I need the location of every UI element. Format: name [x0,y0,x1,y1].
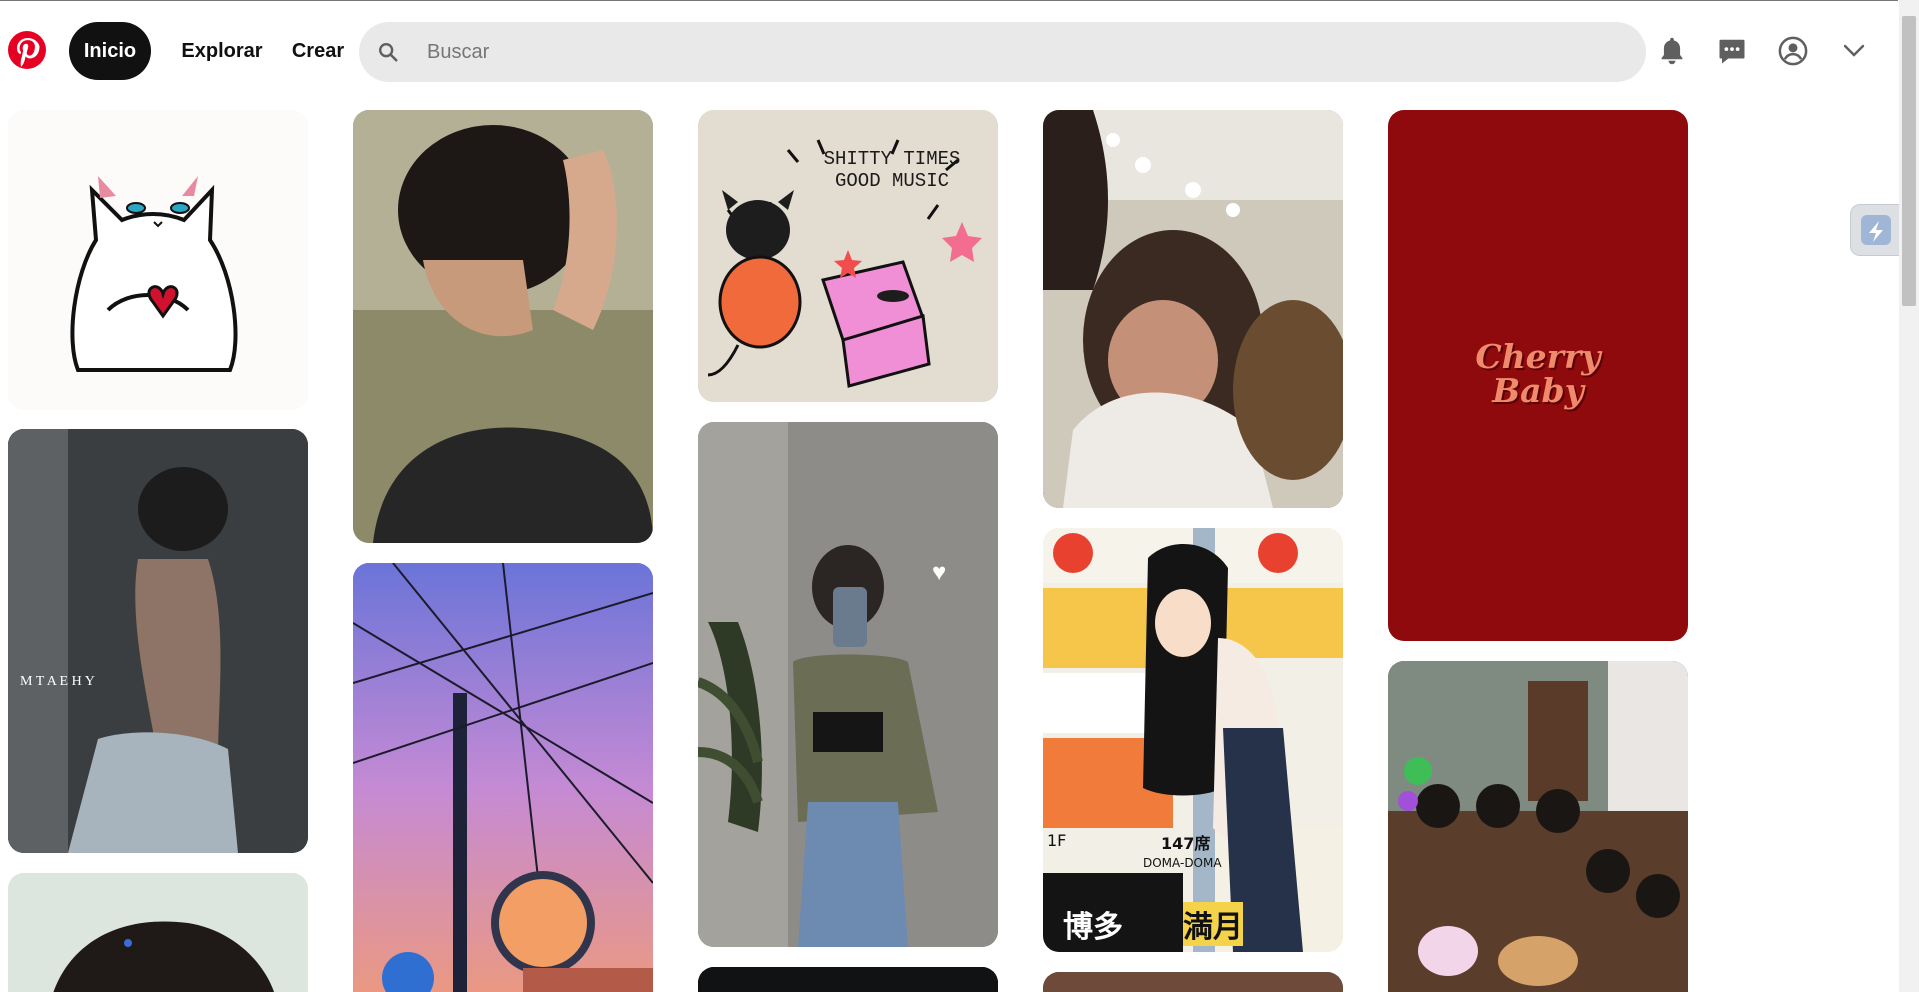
pin-anime-street-signs[interactable]: 博多 満月 147席 DOMA-DOMA 1F [1043,528,1343,952]
page-scrollbar[interactable] [1899,0,1919,992]
photo-sky-image [353,563,653,992]
photo-brown-image [1043,972,1343,992]
heart-icon[interactable]: ♥ [932,559,946,587]
anime-illustration-image [1043,528,1343,952]
photo-portrait-image [8,429,308,853]
chevron-down-icon [1843,44,1865,57]
pin-brown-partial[interactable] [1043,972,1343,992]
sign-doma-text: DOMA-DOMA [1143,856,1222,870]
chat-icon [1719,39,1745,64]
cherry-baby-text: Cherry Baby [1388,340,1688,408]
pinterest-logo-icon[interactable] [7,30,47,70]
pin-cat-heart[interactable] [8,110,308,410]
nav-create-button[interactable]: Crear [286,22,350,80]
photo-boy-image [353,110,653,543]
mtaehy-overlay-text: M T A E H Y [20,674,95,689]
extension-side-button[interactable] [1850,204,1902,256]
sign-hakata-text: 博多 [1063,910,1123,945]
pin-portrait-mtaehy[interactable]: M T A E H Y [8,429,308,853]
pin-cherry-baby[interactable]: Cherry Baby [1388,110,1688,641]
cherry-baby-line2: Baby [1492,371,1584,410]
profile-button[interactable] [1773,31,1813,71]
pin-group-party-photo[interactable] [1388,661,1688,992]
top-navigation-bar: Inicio Explorar Crear [0,0,1898,100]
cat-illustration-image [70,176,238,372]
pin-couple-embrace[interactable] [1043,110,1343,508]
sign-mangetsu-text: 満月 [1183,902,1243,946]
user-circle-icon [1778,36,1808,66]
bell-icon [1661,37,1683,65]
photo-hair-image [8,873,308,992]
photo-dark-image [698,967,998,992]
pin-boy-portrait[interactable] [353,110,653,543]
photo-selfie-image [698,422,998,947]
cherry-baby-line1: Cherry [1475,337,1601,376]
shirt-caption-line2: GOOD MUSIC [834,170,950,192]
pin-shitty-times-good-music[interactable]: SHITTY TIMES GOOD MUSIC [698,110,998,402]
search-input[interactable] [427,40,1577,64]
sign-1f-text: 1F [1047,831,1067,850]
nav-explore-button[interactable]: Explorar [172,22,272,80]
photo-group-image [1388,661,1688,992]
notifications-button[interactable] [1652,31,1692,71]
pin-power-lines-sky[interactable] [353,563,653,992]
scrollbar-thumb[interactable] [1902,16,1916,306]
sign-147-text: 147席 [1161,834,1211,853]
bolt-icon [1861,215,1891,245]
messages-button[interactable] [1712,31,1752,71]
shirt-caption: SHITTY TIMES GOOD MUSIC [782,148,998,192]
search-bar[interactable] [359,22,1646,82]
pin-dark-partial[interactable] [698,967,998,992]
pin-hair-closeup[interactable] [8,873,308,992]
photo-couple-image [1043,110,1343,508]
search-icon [379,43,398,62]
shirt-caption-line1: SHITTY TIMES [823,148,961,170]
pin-mirror-selfie[interactable]: ♥ [698,422,998,947]
nav-home-button[interactable]: Inicio [69,22,151,80]
account-menu-button[interactable] [1834,31,1874,71]
